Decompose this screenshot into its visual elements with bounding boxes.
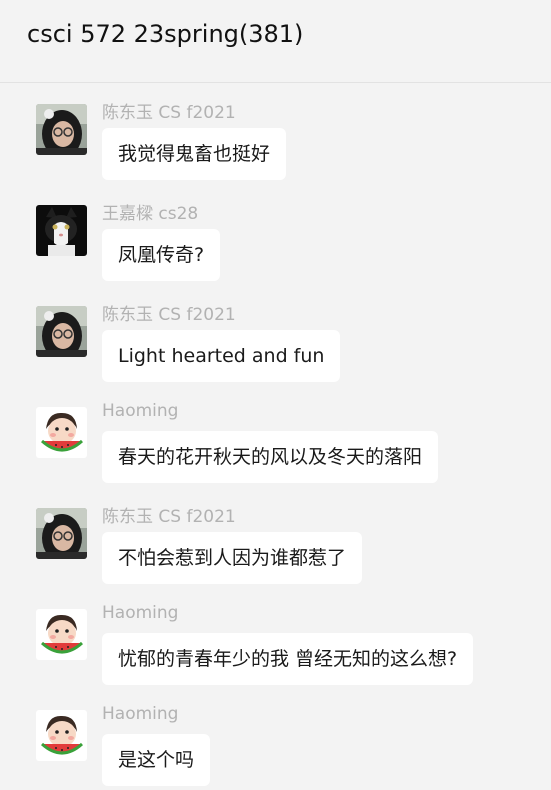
message-bubble[interactable]: 凤凰传奇? xyxy=(102,229,221,281)
sender-name: Haoming xyxy=(102,401,179,421)
message-item: Haoming 忧郁的青春年少的我 曾经无知的这么想? xyxy=(0,603,551,709)
cat-avatar[interactable] xyxy=(36,205,87,256)
chat-window: csci 572 23spring(381) 陈东玉 CS f2021 我觉得鬼… xyxy=(0,0,551,790)
sender-name: 陈东玉 CS f2021 xyxy=(102,507,236,527)
sender-name: 王嘉樑 cs28 xyxy=(102,204,199,224)
message-item: Haoming 春天的花开秋天的风以及冬天的落阳 xyxy=(0,401,551,507)
message-item: 王嘉樑 cs28 凤凰传奇? xyxy=(0,204,551,305)
cartoon-kid-watermelon-avatar[interactable] xyxy=(36,609,87,660)
message-item: 陈东玉 CS f2021 我觉得鬼畜也挺好 xyxy=(0,103,551,204)
woman-glasses-avatar[interactable] xyxy=(36,306,87,357)
sender-name: Haoming xyxy=(102,704,179,724)
message-bubble[interactable]: 是这个吗 xyxy=(102,734,211,786)
message-bubble[interactable]: 不怕会惹到人因为谁都惹了 xyxy=(102,532,363,584)
cartoon-kid-watermelon-avatar[interactable] xyxy=(36,407,87,458)
cartoon-kid-watermelon-avatar[interactable] xyxy=(36,710,87,761)
sender-name: 陈东玉 CS f2021 xyxy=(102,103,236,123)
message-item: 陈东玉 CS f2021 不怕会惹到人因为谁都惹了 xyxy=(0,507,551,608)
sender-name: 陈东玉 CS f2021 xyxy=(102,305,236,325)
chat-header: csci 572 23spring(381) xyxy=(0,0,551,83)
woman-glasses-avatar[interactable] xyxy=(36,104,87,155)
sender-name: Haoming xyxy=(102,603,179,623)
message-item: Haoming 是这个吗 xyxy=(0,704,551,790)
chat-title: csci 572 23spring(381) xyxy=(27,20,304,48)
woman-glasses-avatar[interactable] xyxy=(36,508,87,559)
message-item: 陈东玉 CS f2021 Light hearted and fun xyxy=(0,305,551,406)
message-bubble[interactable]: 我觉得鬼畜也挺好 xyxy=(102,128,287,180)
message-bubble[interactable]: 忧郁的青春年少的我 曾经无知的这么想? xyxy=(102,633,474,685)
message-bubble[interactable]: 春天的花开秋天的风以及冬天的落阳 xyxy=(102,431,439,483)
message-bubble[interactable]: Light hearted and fun xyxy=(102,330,341,382)
